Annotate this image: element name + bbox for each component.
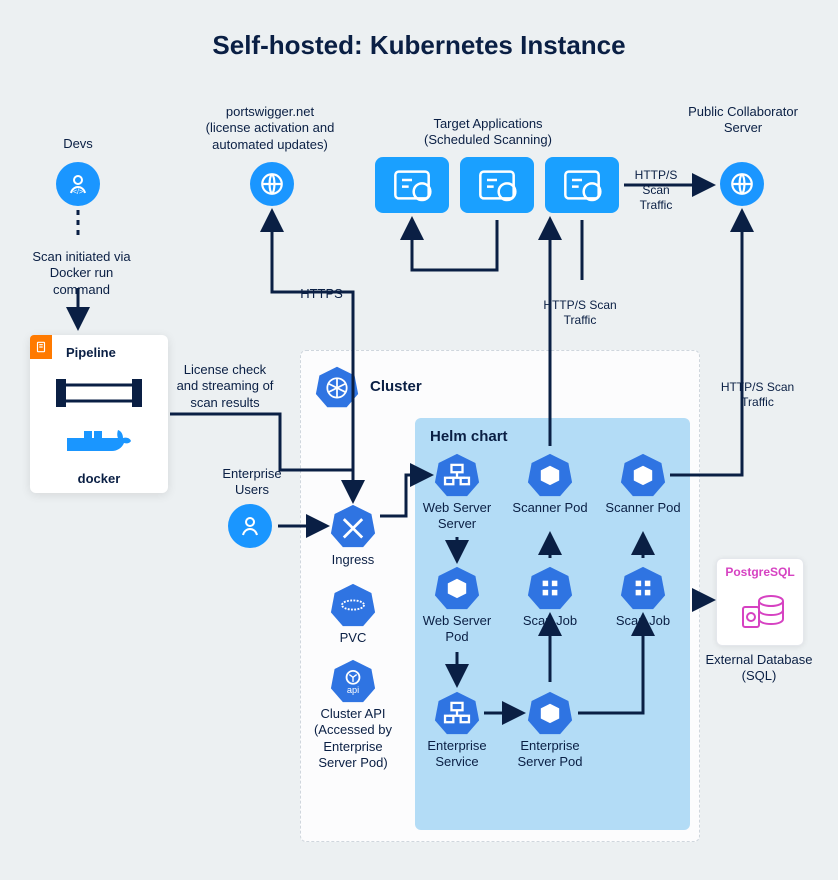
collaborator-label: Public Collaborator Server bbox=[683, 104, 803, 137]
scan-job-1-label: Scan Job bbox=[513, 613, 587, 629]
postgresql-box: PostgreSQL bbox=[716, 558, 804, 646]
pipeline-pipe-icon bbox=[54, 373, 144, 413]
web-server-svc-label: Web Server Server bbox=[414, 500, 500, 533]
docker-logo-icon bbox=[62, 423, 136, 473]
enterprise-service-label: Enterprise Service bbox=[414, 738, 500, 771]
scanner-pod-1-label: Scanner Pod bbox=[510, 500, 590, 516]
globe-icon-collaborator bbox=[720, 162, 764, 206]
target-app-2 bbox=[460, 157, 534, 213]
docker-text: docker bbox=[30, 471, 168, 487]
devs-label: Devs bbox=[38, 136, 118, 152]
web-server-pod-icon bbox=[434, 565, 480, 611]
cluster-api-icon: api bbox=[330, 658, 376, 704]
target-app-1 bbox=[375, 157, 449, 213]
scan-job-2-label: Scan Job bbox=[606, 613, 680, 629]
enterprise-server-pod-label: Enterprise Server Pod bbox=[510, 738, 590, 771]
portswigger-label: portswigger.net (license activation and … bbox=[180, 104, 360, 153]
edge-scan-traffic-2: HTTP/S Scan Traffic bbox=[530, 298, 630, 328]
pipeline-panel: Pipeline docker bbox=[30, 335, 168, 493]
scanner-pod-1-icon bbox=[527, 452, 573, 498]
scan-job-2-icon bbox=[620, 565, 666, 611]
cluster-title: Cluster bbox=[370, 378, 440, 397]
pipeline-tab-icon bbox=[30, 335, 52, 359]
pvc-icon bbox=[330, 582, 376, 628]
target-apps-sub: (Scheduled Scanning) bbox=[424, 132, 552, 147]
kubernetes-icon bbox=[315, 365, 359, 409]
enterprise-service-icon bbox=[434, 690, 480, 736]
scan-initiated-label: Scan initiated via Docker run command bbox=[20, 249, 143, 298]
devs-icon: </> bbox=[56, 162, 100, 206]
diagram-title: Self-hosted: Kubernetes Instance bbox=[0, 30, 838, 61]
portswigger-text: portswigger.net bbox=[226, 104, 314, 119]
enterprise-server-pod-icon bbox=[527, 690, 573, 736]
svg-text:api: api bbox=[347, 685, 359, 695]
ingress-label: Ingress bbox=[318, 552, 388, 568]
target-apps-label: Target Applications (Scheduled Scanning) bbox=[393, 116, 583, 149]
edge-scan-traffic-3: HTTP/S Scan Traffic bbox=[710, 380, 805, 410]
enterprise-users-icon bbox=[228, 504, 272, 548]
edge-https: HTTPS bbox=[290, 286, 353, 302]
postgresql-label: PostgreSQL bbox=[717, 565, 803, 580]
cluster-api-label: Cluster API (Accessed by Enterprise Serv… bbox=[303, 706, 403, 771]
svg-text:</>: </> bbox=[73, 189, 83, 196]
edge-scan-traffic-1: HTTP/S Scan Traffic bbox=[626, 168, 686, 213]
pvc-label: PVC bbox=[318, 630, 388, 646]
globe-icon-portswigger bbox=[250, 162, 294, 206]
scanner-pod-2-icon bbox=[620, 452, 666, 498]
postgresql-icon bbox=[737, 585, 787, 635]
scanner-pod-2-label: Scanner Pod bbox=[603, 500, 683, 516]
target-apps-text: Target Applications bbox=[433, 116, 542, 131]
target-app-3 bbox=[545, 157, 619, 213]
pipeline-title: Pipeline bbox=[66, 345, 156, 361]
scan-job-1-icon bbox=[527, 565, 573, 611]
portswigger-sub: (license activation and automated update… bbox=[206, 120, 335, 151]
external-db-label: External Database (SQL) bbox=[702, 652, 816, 685]
ingress-icon bbox=[330, 503, 376, 549]
web-server-pod-label: Web Server Pod bbox=[414, 613, 500, 646]
license-check-label: License check and streaming of scan resu… bbox=[175, 362, 275, 411]
enterprise-users-label: Enterprise Users bbox=[207, 466, 297, 499]
helm-title: Helm chart bbox=[430, 428, 550, 447]
web-server-svc-icon bbox=[434, 452, 480, 498]
